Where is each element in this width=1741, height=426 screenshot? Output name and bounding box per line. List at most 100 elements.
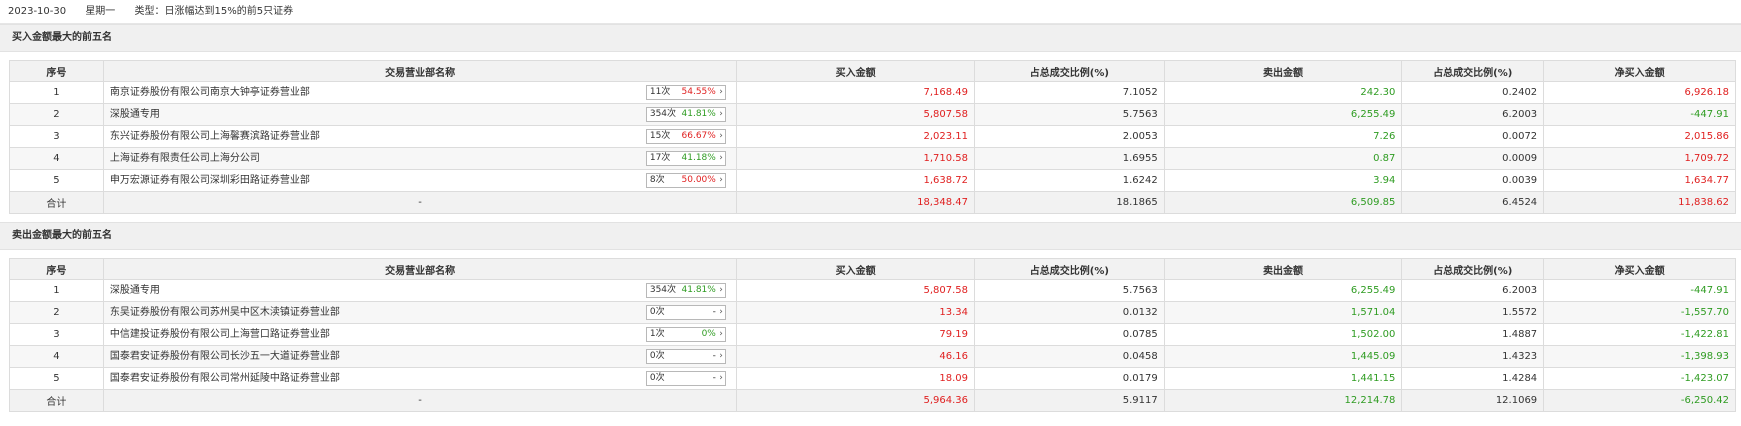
win-rate: - [712, 351, 716, 361]
branch-cell: 上海证券有限责任公司上海分公司 17次 41.18% › [102, 147, 738, 170]
table-row[interactable]: 3 中信建投证券股份有限公司上海营口路证券营业部 1次 0% › 79.19 0.0785 1… [9, 323, 1736, 346]
table-row[interactable]: 5 国泰君安证券股份有限公司常州延陵中路证券营业部 0次 - › 18.09 0.0179 1… [9, 367, 1736, 390]
buy-amount: 13.34 [736, 301, 975, 324]
buy-amount: 18.09 [736, 367, 975, 390]
row-no: 3 [9, 125, 104, 148]
trade-count-dropdown[interactable]: 0次 - › [645, 371, 726, 386]
trade-count-dropdown[interactable]: 1次 0% › [645, 327, 726, 342]
row-no: 2 [9, 301, 104, 324]
branch-cell: 国泰君安证券股份有限公司长沙五一大道证券营业部 0次 - › [102, 345, 738, 368]
win-rate: 66.67% [681, 131, 716, 141]
buy-ratio: 0.0458 [973, 345, 1165, 368]
buy-ratio: 2.0053 [973, 125, 1165, 148]
col-name: 交易营业部名称 [102, 60, 738, 82]
trade-count-dropdown[interactable]: 8次 50.00% › [645, 173, 726, 188]
branch-name: 东吴证券股份有限公司苏州吴中区木渎镇证券营业部 [109, 307, 340, 318]
sell-ratio: 0.0009 [1401, 147, 1545, 170]
col-name: 交易营业部名称 [102, 258, 738, 280]
row-no: 2 [9, 103, 104, 126]
col-buy: 买入金额 [736, 60, 975, 82]
branch-cell: 中信建投证券股份有限公司上海营口路证券营业部 1次 0% › [102, 323, 738, 346]
table-row[interactable]: 2 深股通专用 354次 41.81% › 5,807.58 5.7563 6,255.49 6… [9, 103, 1736, 126]
chevron-right-icon: › [719, 285, 723, 295]
total-row: 合计 -5,964.36 5.9117 12,214.78 12.1069 -6,250.… [9, 389, 1736, 412]
total-sell-ratio: 12.1069 [1401, 389, 1545, 412]
trade-count-dropdown[interactable]: 354次 41.81% › [645, 107, 726, 122]
table-row[interactable]: 1 南京证券股份有限公司南京大钟亭证券营业部 11次 54.55% › 7,168.49 7… [9, 81, 1736, 104]
buy-ratio: 7.1052 [973, 81, 1165, 104]
sell-ratio: 1.5572 [1401, 301, 1545, 324]
filter-bar: 2023-10-30 星期一 类型：日涨幅达到15%的前5只证券 [0, 0, 1741, 24]
win-rate: 41.81% [681, 285, 716, 295]
table-row[interactable]: 4 国泰君安证券股份有限公司长沙五一大道证券营业部 0次 - › 46.16 0.0458 1… [9, 345, 1736, 368]
buy-ratio: 0.0179 [973, 367, 1165, 390]
total-sell: 12,214.78 [1163, 389, 1403, 412]
trade-count-dropdown[interactable]: 0次 - › [645, 349, 726, 364]
trade-count-dropdown[interactable]: 0次 - › [645, 305, 726, 320]
table-row[interactable]: 3 东兴证券股份有限公司上海馨赛滨路证券营业部 15次 66.67% › 2,023.11… [9, 125, 1736, 148]
total-branch-dash: - [102, 191, 738, 214]
win-rate: 41.18% [681, 153, 716, 163]
branch-name: 申万宏源证券有限公司深圳彩田路证券营业部 [109, 175, 310, 186]
total-branch-dash: - [102, 389, 738, 412]
row-no: 4 [9, 147, 104, 170]
chevron-right-icon: › [719, 131, 723, 141]
sell-ratio: 0.0039 [1401, 169, 1545, 192]
win-rate: 41.81% [681, 109, 716, 119]
trade-count: 0次 [649, 351, 665, 361]
table-header-row: 序号 交易营业部名称 买入金额 占总成交比例(%) 卖出金额 占总成交比例(%)… [9, 258, 1736, 280]
table-row[interactable]: 1 深股通专用 354次 41.81% › 5,807.58 5.7563 6,255.49 6… [9, 279, 1736, 302]
branch-name: 东兴证券股份有限公司上海馨赛滨路证券营业部 [109, 131, 320, 142]
trade-count: 1次 [649, 329, 665, 339]
col-net: 净买入金额 [1543, 258, 1736, 280]
table-row[interactable]: 2 东吴证券股份有限公司苏州吴中区木渎镇证券营业部 0次 - › 13.34 0.0132 1… [9, 301, 1736, 324]
sell-ratio: 1.4887 [1401, 323, 1545, 346]
sell-amount: 1,502.00 [1163, 323, 1403, 346]
sell-amount: 6,255.49 [1163, 279, 1403, 302]
row-no: 4 [9, 345, 104, 368]
net-buy-amount: 1,634.77 [1543, 169, 1736, 192]
total-buy: 18,348.47 [736, 191, 975, 214]
total-row: 合计 -18,348.47 18.1865 6,509.85 6.4524 11,838.… [9, 191, 1736, 214]
sell-table: 序号 交易营业部名称 买入金额 占总成交比例(%) 卖出金额 占总成交比例(%)… [9, 258, 1736, 412]
branch-name: 深股通专用 [109, 109, 160, 120]
col-buy: 买入金额 [736, 258, 975, 280]
sell-amount: 1,571.04 [1163, 301, 1403, 324]
trade-count-dropdown[interactable]: 11次 54.55% › [645, 85, 726, 100]
trade-count-dropdown[interactable]: 17次 41.18% › [645, 151, 726, 166]
net-buy-amount: -1,557.70 [1543, 301, 1736, 324]
table-row[interactable]: 4 上海证券有限责任公司上海分公司 17次 41.18% › 1,710.58 1.6955… [9, 147, 1736, 170]
trade-count: 354次 [649, 109, 677, 119]
col-sell: 卖出金额 [1163, 258, 1403, 280]
trade-count: 15次 [649, 131, 671, 141]
total-buy-ratio: 18.1865 [973, 191, 1165, 214]
trade-count-dropdown[interactable]: 354次 41.81% › [645, 283, 726, 298]
branch-cell: 申万宏源证券有限公司深圳彩田路证券营业部 8次 50.00% › [102, 169, 738, 192]
branch-name: 上海证券有限责任公司上海分公司 [109, 153, 260, 164]
buy-ratio: 0.0132 [973, 301, 1165, 324]
row-no: 5 [9, 169, 104, 192]
col-sell: 卖出金额 [1163, 60, 1403, 82]
chevron-right-icon: › [719, 153, 723, 163]
chevron-right-icon: › [719, 329, 723, 339]
trade-count-dropdown[interactable]: 15次 66.67% › [645, 129, 726, 144]
branch-name: 国泰君安证券股份有限公司长沙五一大道证券营业部 [109, 351, 340, 362]
trade-count: 354次 [649, 285, 677, 295]
col-buy-ratio: 占总成交比例(%) [973, 60, 1165, 82]
win-rate: - [712, 373, 716, 383]
trade-count: 8次 [649, 175, 665, 185]
net-buy-amount: -447.91 [1543, 103, 1736, 126]
row-no: 1 [9, 279, 104, 302]
branch-cell: 南京证券股份有限公司南京大钟亭证券营业部 11次 54.55% › [102, 81, 738, 104]
col-net: 净买入金额 [1543, 60, 1736, 82]
buy-ratio: 5.7563 [973, 279, 1165, 302]
col-no: 序号 [9, 258, 104, 280]
sell-amount: 0.87 [1163, 147, 1403, 170]
win-rate: 50.00% [681, 175, 716, 185]
net-buy-amount: -1,422.81 [1543, 323, 1736, 346]
buy-ratio: 5.7563 [973, 103, 1165, 126]
chevron-right-icon: › [719, 351, 723, 361]
buy-table: 序号 交易营业部名称 买入金额 占总成交比例(%) 卖出金额 占总成交比例(%)… [9, 60, 1736, 214]
win-rate: 54.55% [681, 87, 716, 97]
table-row[interactable]: 5 申万宏源证券有限公司深圳彩田路证券营业部 8次 50.00% › 1,638.72 1.… [9, 169, 1736, 192]
